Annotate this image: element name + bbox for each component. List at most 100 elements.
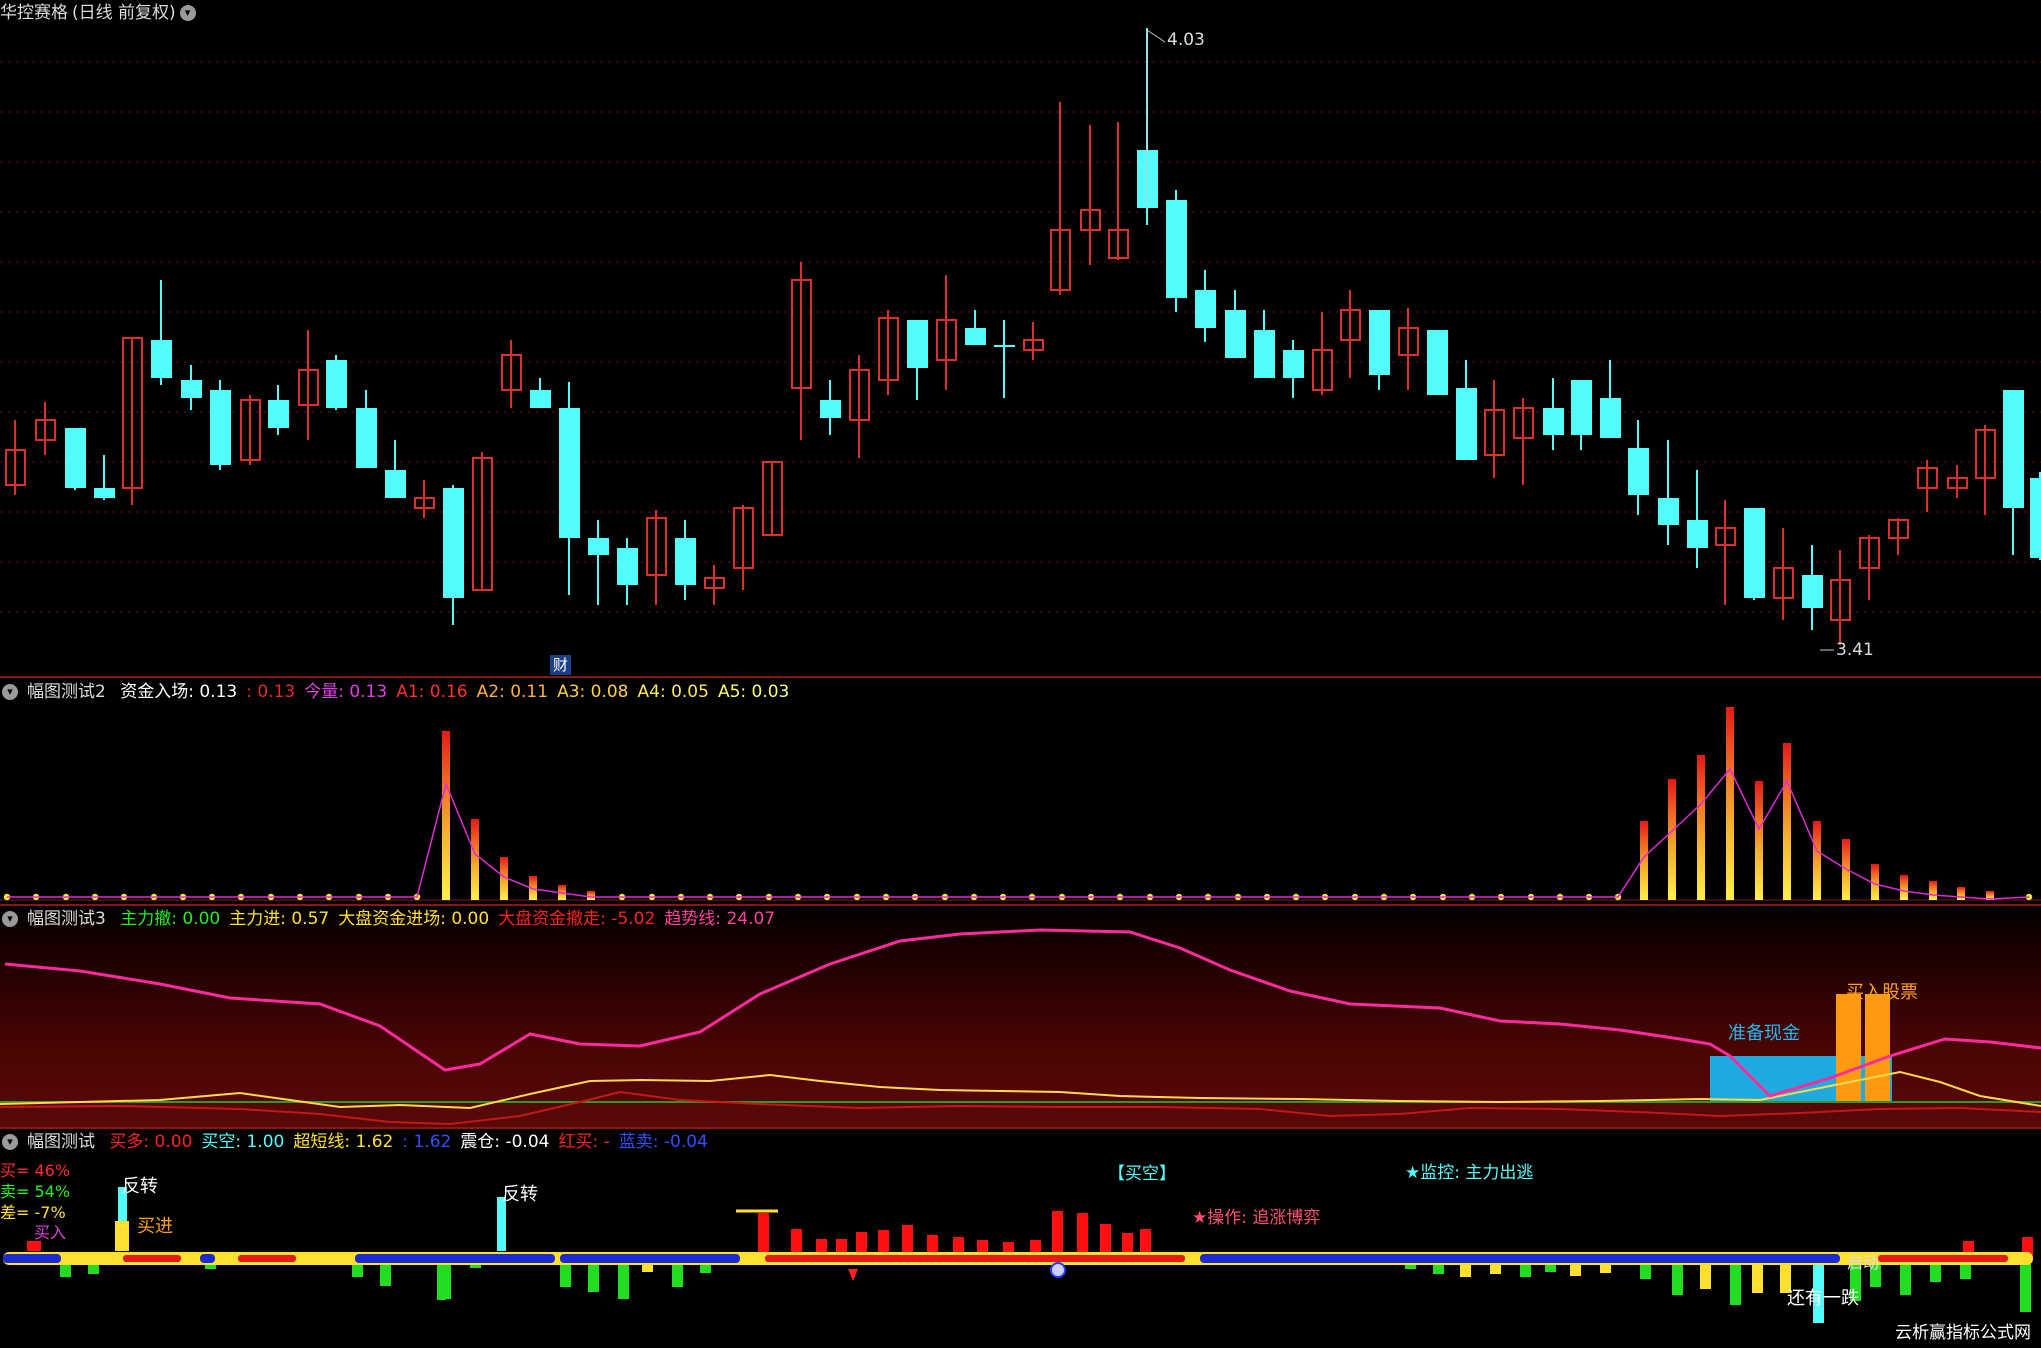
fund-entry-bars: [0, 707, 2041, 901]
volume-bar: [1783, 743, 1791, 900]
trend-lines-chart: [0, 928, 2041, 1126]
candlestick-chart: [0, 28, 2041, 651]
low-price-label: 3.41: [1836, 640, 1874, 660]
panel2-item: A1: 0.16: [396, 682, 468, 702]
candle-body: [1427, 330, 1448, 395]
sell-bar: [437, 1264, 446, 1300]
sell-bar: [1900, 1264, 1911, 1295]
stock-title: 华控赛格: [0, 3, 68, 23]
buy-bar: [1077, 1213, 1088, 1258]
band-segment: [1878, 1255, 2008, 1262]
candle-body: [1254, 330, 1275, 378]
stat-sell: 卖= 54%: [0, 1182, 71, 1201]
candle-body: [965, 328, 986, 345]
band-segment: [1200, 1254, 1840, 1263]
signal-bars-chart: [3, 1187, 2033, 1323]
volume-bar: [442, 731, 450, 900]
volume-bar: [471, 819, 479, 900]
buy-enter-label: 买进: [137, 1216, 173, 1237]
sell-bar: [1545, 1264, 1556, 1272]
panel-divider[interactable]: [0, 676, 2041, 678]
sell-bar: [1490, 1264, 1501, 1274]
finance-marker[interactable]: 财: [550, 655, 572, 675]
panel4-item: 超短线: 1.62: [293, 1132, 394, 1152]
sell-bar: [380, 1264, 391, 1286]
sell-bar: [1930, 1264, 1941, 1282]
candle-body: [2030, 478, 2041, 558]
sell-bar: [1600, 1264, 1611, 1273]
candle-body: [1628, 448, 1649, 495]
chevron-down-icon[interactable]: ▾: [179, 5, 196, 21]
sell-bar: [1752, 1264, 1763, 1293]
sell-bar: [1730, 1264, 1741, 1305]
panel2-item: 今量: 0.13: [304, 682, 388, 702]
signal-spike: [497, 1197, 506, 1251]
candle-body: [385, 470, 406, 498]
volume-bar: [1929, 881, 1937, 900]
indicator-panel-2[interactable]: ▾ 幅图测试2 资金入场: 0.13: 0.13 今量: 0.13 A1: 0.16 A…: [0, 679, 2041, 904]
indicator-panel-3[interactable]: ▾ 幅图测试3 主力撤: 0.00 主力进: 0.57 大盘资金进场: 0.00 大盘资…: [0, 906, 2041, 1127]
band-segment: [355, 1254, 555, 1263]
candle-body: [1225, 310, 1246, 358]
candle-body: [1744, 508, 1765, 598]
panel2-header: ▾ 幅图测试2 资金入场: 0.13: 0.13 今量: 0.13 A1: 0.16 A…: [0, 679, 807, 705]
main-price-panel[interactable]: 华控赛格 (日线 前复权) ▾ 4.03 3.41 财: [0, 0, 2041, 676]
sell-bar: [1520, 1264, 1531, 1277]
panel2-item: A3: 0.08: [557, 682, 629, 702]
volume-bar: [1726, 707, 1734, 900]
operate-label: ★操作: 追涨博弈: [1192, 1208, 1321, 1228]
panel3-item: 主力撤: 0.00: [120, 909, 221, 929]
sell-bar: [60, 1264, 71, 1277]
panel2-item: A4: 0.05: [637, 682, 709, 702]
arrow-marker: [848, 1269, 858, 1281]
main-panel-header: 华控赛格 (日线 前复权) ▾: [0, 0, 205, 26]
candle-body: [994, 345, 1015, 347]
prepare-cash-label: 准备现金: [1728, 1023, 1800, 1044]
buy-stock-label: 买入股票: [1846, 982, 1918, 1003]
chevron-down-icon[interactable]: ▾: [2, 1134, 18, 1150]
sell-bar: [1460, 1264, 1471, 1277]
candle-body: [1369, 310, 1390, 375]
panel4-header: ▾ 幅图测试 买多: 0.00 买空: 1.00 超短线: 1.62: 1.62 震仓:…: [0, 1129, 726, 1155]
candle-body: [181, 380, 202, 398]
panel2-name: 幅图测试2: [27, 682, 106, 702]
buy-in-label: 买入: [34, 1223, 67, 1242]
candle-body: [65, 428, 86, 488]
panel4-item: 买空: 1.00: [201, 1132, 285, 1152]
chevron-down-icon[interactable]: ▾: [2, 684, 18, 700]
kong-label: 【买空】: [1108, 1164, 1176, 1184]
sell-bar: [1960, 1264, 1971, 1279]
candle-body: [1166, 200, 1187, 298]
candle-body: [268, 400, 289, 428]
panel3-item: 大盘资金进场: 0.00: [338, 909, 490, 929]
candle-body: [1802, 575, 1823, 608]
start-label: 启动: [1847, 1253, 1880, 1272]
panel2-item: : 0.13: [246, 682, 296, 702]
panel4-item: 红买: -: [558, 1132, 610, 1152]
monitor-label: ★监控: 主力出逃: [1405, 1163, 1534, 1183]
candle-body: [94, 488, 115, 498]
volume-bar: [1697, 755, 1705, 900]
volume-bar: [1755, 781, 1763, 900]
sell-bar: [700, 1264, 711, 1273]
sell-bar: [2020, 1264, 2031, 1312]
sell-bar: [88, 1264, 99, 1274]
buy-bar: [1052, 1211, 1063, 1258]
candle-body: [907, 320, 928, 368]
sell-bar: [352, 1264, 363, 1277]
panel3-item: 主力进: 0.57: [229, 909, 330, 929]
candle-body: [559, 408, 580, 538]
chevron-down-icon[interactable]: ▾: [2, 911, 18, 927]
candle-body: [1456, 388, 1477, 460]
band-segment: [560, 1254, 740, 1263]
indicator-panel-4[interactable]: ▾ 幅图测试 买多: 0.00 买空: 1.00 超短线: 1.62: 1.62 震仓:…: [0, 1129, 2041, 1348]
volume-bar: [1900, 875, 1908, 900]
candle-body: [1658, 498, 1679, 525]
buy-stock-bar: [1865, 994, 1890, 1101]
band-segment: [3, 1254, 61, 1263]
panel4-item: 买多: 0.00: [109, 1132, 193, 1152]
candle-body: [326, 360, 347, 408]
sell-bar: [1672, 1264, 1683, 1295]
panel4-name: 幅图测试: [27, 1132, 95, 1152]
volume-bar: [1957, 887, 1965, 900]
